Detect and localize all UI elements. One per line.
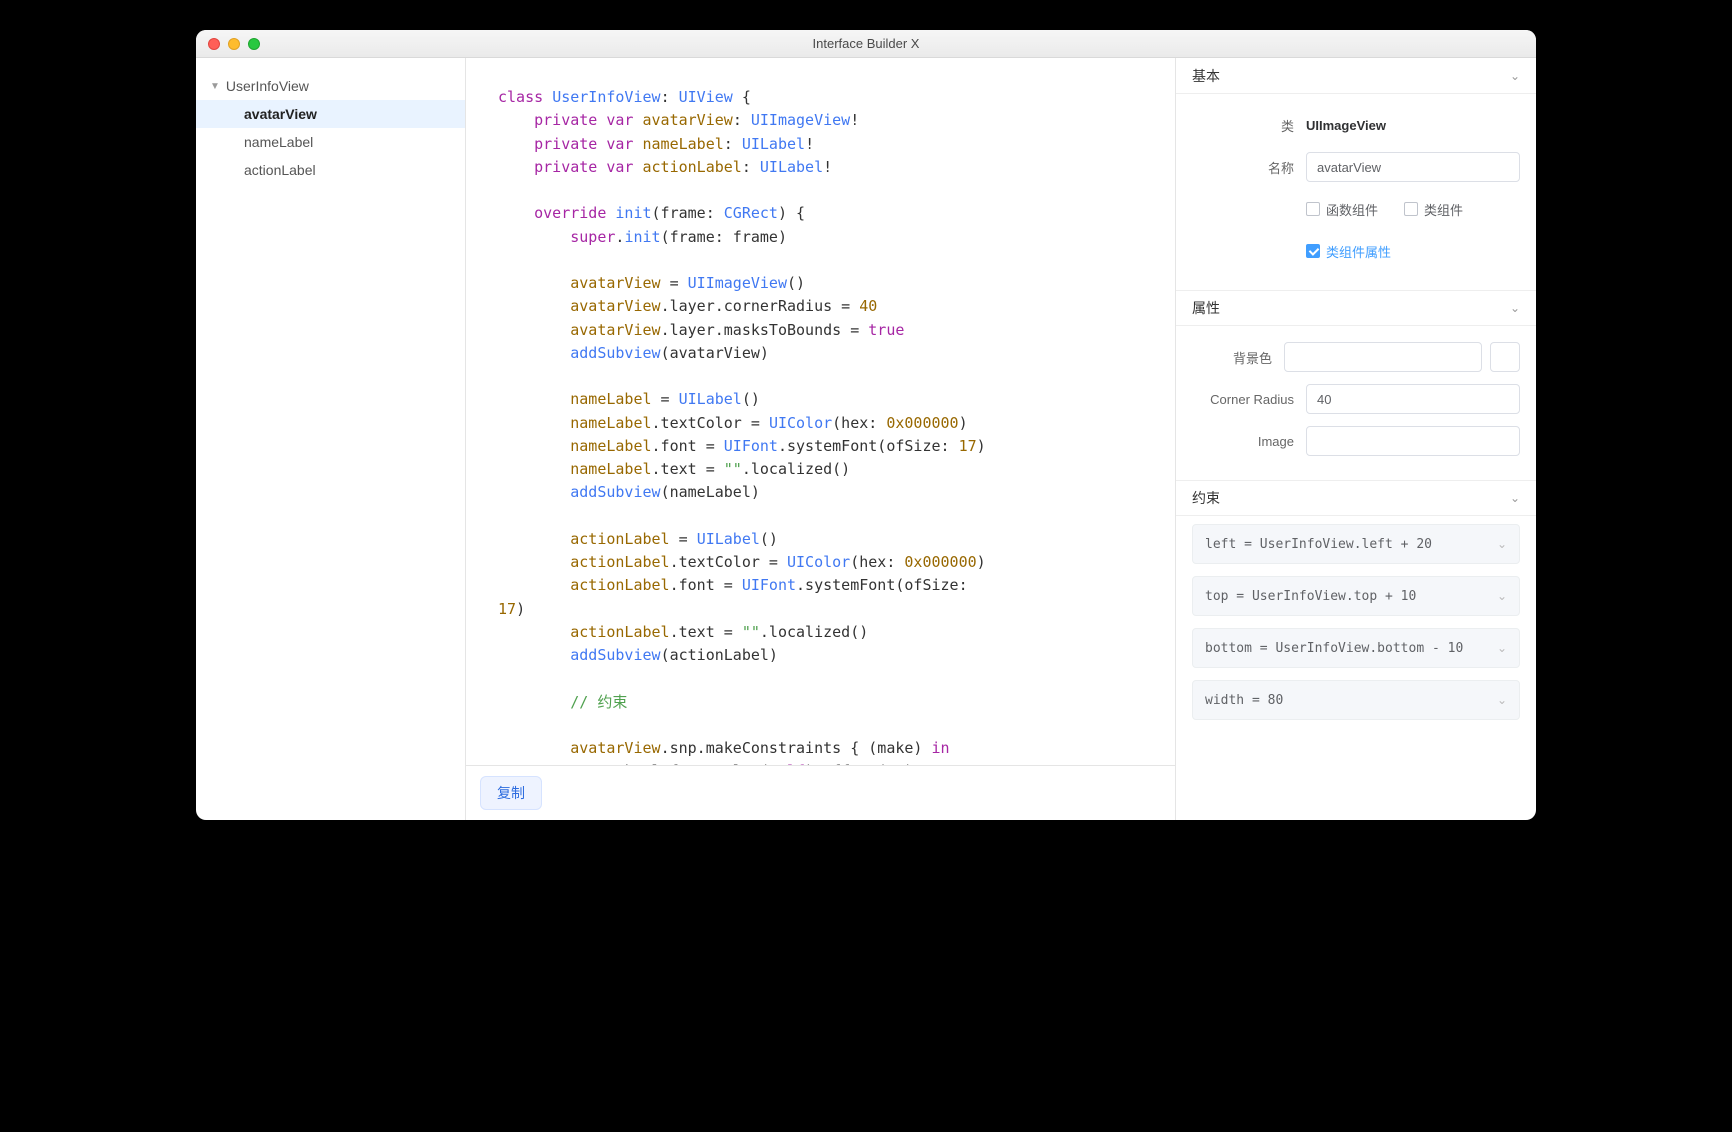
bottombar: 复制 xyxy=(466,765,1175,820)
tree-item-label: avatarView xyxy=(244,106,317,122)
constraints-list: left = UserInfoView.left + 20 ⌄ top = Us… xyxy=(1176,516,1536,728)
chevron-down-icon: ⌄ xyxy=(1497,589,1507,603)
body: ▼ UserInfoView avatarView nameLabel acti… xyxy=(196,58,1536,820)
class-component-label: 类组件 xyxy=(1424,200,1463,219)
bgcolor-label: 背景色 xyxy=(1176,348,1284,367)
func-component-checkbox[interactable]: 函数组件 xyxy=(1306,200,1378,219)
chevron-down-icon: ⌄ xyxy=(1510,301,1520,315)
class-component-attr-checkbox[interactable]: 类组件属性 xyxy=(1306,242,1391,261)
constraint-item[interactable]: bottom = UserInfoView.bottom - 10 ⌄ xyxy=(1192,628,1520,668)
app-window: Interface Builder X ▼ UserInfoView avata… xyxy=(196,30,1536,820)
copy-button[interactable]: 复制 xyxy=(480,776,542,810)
section-basic-title: 基本 xyxy=(1192,66,1220,86)
class-component-checkbox[interactable]: 类组件 xyxy=(1404,200,1463,219)
tree-item-avatarView[interactable]: avatarView xyxy=(196,100,465,128)
section-basic-header[interactable]: 基本 ⌄ xyxy=(1176,58,1536,94)
inspector: 基本 ⌄ 类 UIImageView 名称 函数组件 xyxy=(1176,58,1536,820)
section-constraints-header[interactable]: 约束 ⌄ xyxy=(1176,480,1536,516)
image-input[interactable] xyxy=(1306,426,1520,456)
constraint-text: width = 80 xyxy=(1205,693,1283,708)
section-constraints-title: 约束 xyxy=(1192,488,1220,508)
code-editor[interactable]: class UserInfoView: UIView { private var… xyxy=(466,58,1175,765)
bgcolor-swatch[interactable] xyxy=(1490,342,1520,372)
name-label: 名称 xyxy=(1176,158,1306,177)
section-attributes-title: 属性 xyxy=(1192,298,1220,318)
chevron-down-icon: ⌄ xyxy=(1497,693,1507,707)
disclosure-icon[interactable]: ▼ xyxy=(210,81,220,92)
corner-radius-input[interactable] xyxy=(1306,384,1520,414)
section-attributes: 背景色 Corner Radius Image xyxy=(1176,326,1536,480)
bgcolor-input[interactable] xyxy=(1284,342,1482,372)
tree-item-label: actionLabel xyxy=(244,162,316,178)
checkbox-icon xyxy=(1404,202,1418,216)
constraint-text: left = UserInfoView.left + 20 xyxy=(1205,537,1432,552)
chevron-down-icon: ⌄ xyxy=(1497,641,1507,655)
tree-item-label: nameLabel xyxy=(244,134,313,150)
chevron-down-icon: ⌄ xyxy=(1497,537,1507,551)
checkbox-checked-icon xyxy=(1306,244,1320,258)
func-component-label: 函数组件 xyxy=(1326,200,1378,219)
sidebar: ▼ UserInfoView avatarView nameLabel acti… xyxy=(196,58,466,820)
constraint-item[interactable]: left = UserInfoView.left + 20 ⌄ xyxy=(1192,524,1520,564)
constraint-text: bottom = UserInfoView.bottom - 10 xyxy=(1205,641,1463,656)
chevron-down-icon: ⌄ xyxy=(1510,69,1520,83)
class-value: UIImageView xyxy=(1306,118,1386,133)
code-panel: class UserInfoView: UIView { private var… xyxy=(466,58,1176,820)
constraint-item[interactable]: top = UserInfoView.top + 10 ⌄ xyxy=(1192,576,1520,616)
window-title: Interface Builder X xyxy=(196,36,1536,51)
corner-label: Corner Radius xyxy=(1176,392,1306,407)
section-basic: 类 UIImageView 名称 函数组件 xyxy=(1176,94,1536,290)
tree-item-nameLabel[interactable]: nameLabel xyxy=(196,128,465,156)
checkbox-icon xyxy=(1306,202,1320,216)
tree-root-label: UserInfoView xyxy=(226,78,309,94)
name-input[interactable] xyxy=(1306,152,1520,182)
class-component-attr-label: 类组件属性 xyxy=(1326,242,1391,261)
constraint-text: top = UserInfoView.top + 10 xyxy=(1205,589,1416,604)
chevron-down-icon: ⌄ xyxy=(1510,491,1520,505)
image-label: Image xyxy=(1176,434,1306,449)
class-label: 类 xyxy=(1176,116,1306,135)
section-attributes-header[interactable]: 属性 ⌄ xyxy=(1176,290,1536,326)
constraint-item[interactable]: width = 80 ⌄ xyxy=(1192,680,1520,720)
tree-item-actionLabel[interactable]: actionLabel xyxy=(196,156,465,184)
tree-root[interactable]: ▼ UserInfoView xyxy=(196,72,465,100)
titlebar: Interface Builder X xyxy=(196,30,1536,58)
